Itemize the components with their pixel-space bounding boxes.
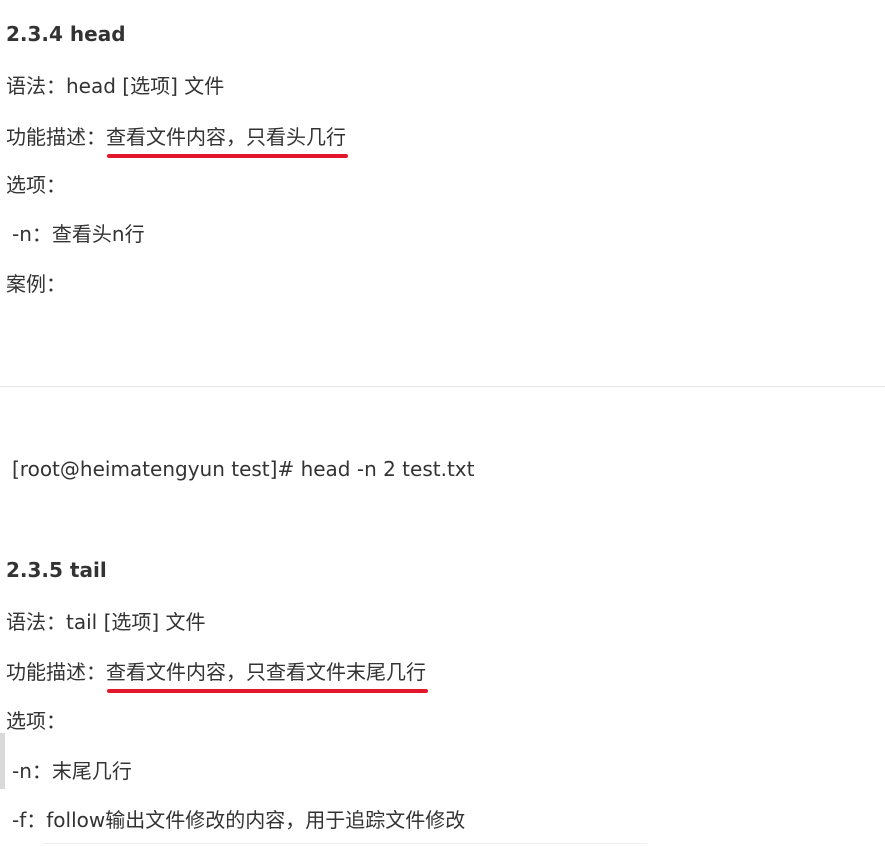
code-example: [root@heimatengyun test]# head -n 2 test… (12, 457, 475, 481)
tail-options-label: 选项： (6, 709, 66, 733)
head-description-label: 功能描述： (6, 125, 106, 149)
head-syntax-line: 语法：head [选项] 文件 (6, 73, 224, 99)
section-heading-head: 2.3.4 head (6, 22, 126, 46)
tail-option-f: -f：follow输出文件修改的内容，用于追踪文件修改 (12, 808, 466, 832)
head-example-label: 案例： (6, 272, 66, 296)
head-description-line: 功能描述：查看文件内容，只看头几行 (6, 124, 348, 158)
head-description-value: 查看文件内容，只看头几行 (106, 125, 346, 149)
bottom-divider (42, 843, 647, 844)
section-divider (0, 386, 885, 387)
blockquote-bar (0, 733, 5, 789)
head-syntax-label: 语法： (6, 74, 66, 98)
head-option-n: -n：查看头n行 (12, 222, 145, 246)
tail-description-line: 功能描述：查看文件内容，只查看文件末尾几行 (6, 659, 428, 693)
head-syntax-value: head [选项] 文件 (66, 74, 225, 98)
tail-syntax-line: 语法：tail [选项] 文件 (6, 609, 206, 635)
tail-option-n: -n：末尾几行 (12, 759, 132, 783)
section-heading-tail: 2.3.5 tail (6, 558, 107, 582)
red-underline-mark (107, 154, 348, 158)
tail-syntax-label: 语法： (6, 610, 66, 634)
tail-syntax-value: tail [选项] 文件 (66, 610, 206, 634)
head-options-label: 选项： (6, 173, 66, 197)
tail-description-highlight: 查看文件内容，只查看文件末尾几行 (106, 659, 428, 693)
red-underline-mark (107, 689, 428, 693)
tail-description-label: 功能描述： (6, 660, 106, 684)
tail-description-value: 查看文件内容，只查看文件末尾几行 (106, 660, 426, 684)
head-description-highlight: 查看文件内容，只看头几行 (106, 124, 348, 158)
